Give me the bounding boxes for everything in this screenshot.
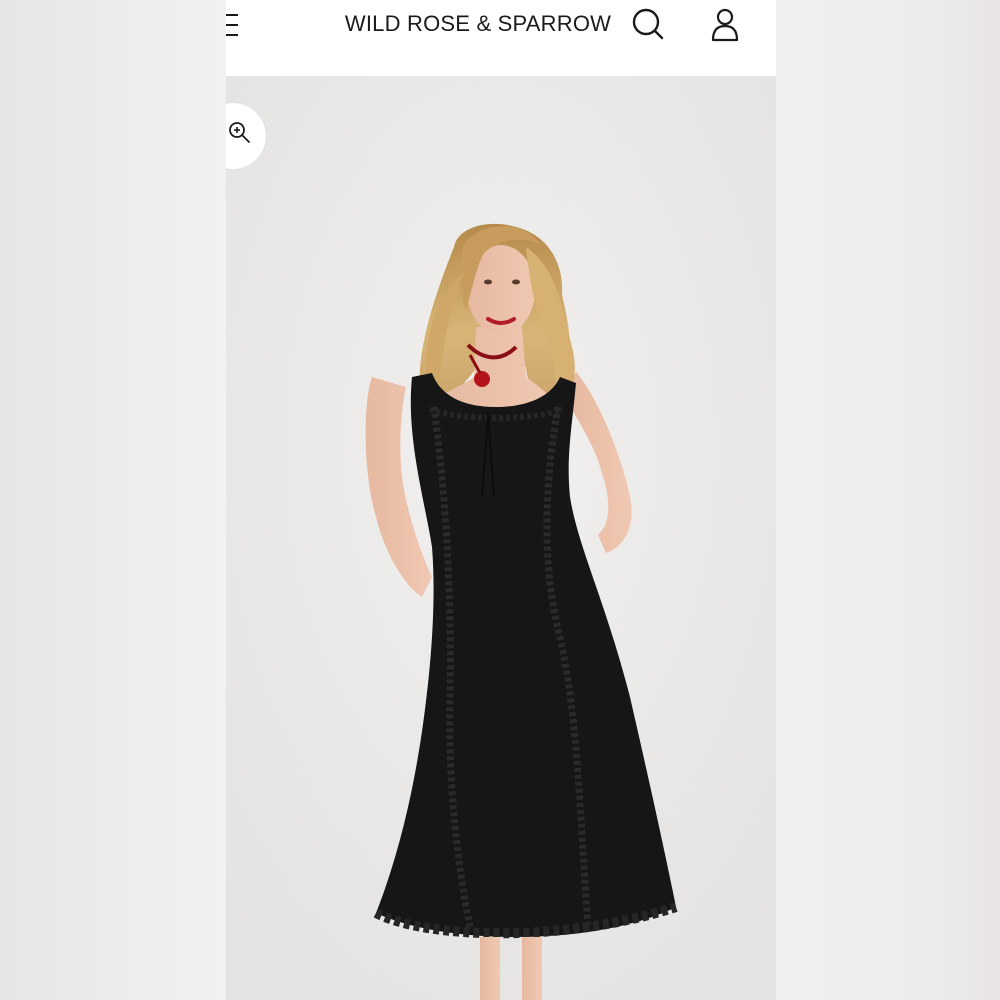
product-image[interactable] — [226, 77, 776, 1000]
site-header: WILD ROSE & SPARROW — [226, 0, 776, 77]
search-icon[interactable] — [630, 6, 666, 42]
hamburger-menu-icon[interactable] — [226, 12, 238, 40]
right-backdrop — [776, 0, 1000, 1000]
user-account-icon[interactable] — [707, 6, 743, 42]
product-photo — [226, 77, 776, 1000]
brand-logo[interactable]: WILD ROSE & SPARROW — [344, 11, 612, 37]
left-backdrop — [0, 0, 226, 1000]
zoom-in-icon — [229, 122, 250, 143]
mobile-page: WILD ROSE & SPARROW — [226, 0, 776, 1000]
